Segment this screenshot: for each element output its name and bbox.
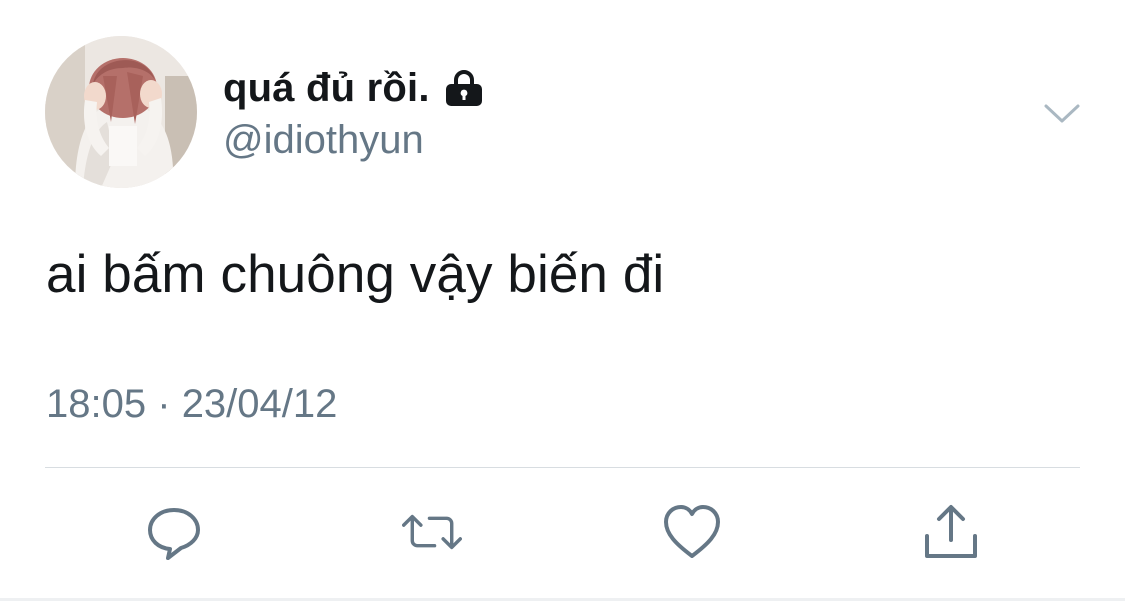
tweet-card: quá đủ rồi. @idiothyun ai bấm chuông vậy… bbox=[0, 0, 1125, 601]
retweet-button[interactable] bbox=[402, 502, 462, 562]
divider bbox=[45, 467, 1080, 468]
reply-icon bbox=[148, 508, 200, 560]
tweet-time: 18:05 bbox=[46, 382, 147, 426]
like-button[interactable] bbox=[662, 502, 722, 562]
user-handle[interactable]: @idiothyun bbox=[223, 118, 424, 163]
timestamp-separator: · bbox=[157, 382, 171, 426]
avatar[interactable] bbox=[45, 36, 197, 188]
name-row: quá đủ rồi. bbox=[223, 64, 484, 112]
share-button[interactable] bbox=[921, 502, 981, 562]
retweet-icon bbox=[402, 514, 462, 550]
heart-icon bbox=[664, 505, 720, 558]
lock-icon bbox=[444, 68, 484, 108]
reply-button[interactable] bbox=[144, 502, 204, 562]
display-name[interactable]: quá đủ rồi. bbox=[223, 66, 430, 111]
chevron-down-icon[interactable] bbox=[1042, 96, 1082, 130]
tweet-text: ai bấm chuông vậy biến đi bbox=[46, 245, 665, 304]
tweet-timestamp[interactable]: 18:05 · 23/04/12 bbox=[46, 382, 337, 427]
tweet-date: 23/04/12 bbox=[181, 382, 338, 426]
share-icon bbox=[925, 505, 977, 558]
avatar-photo bbox=[45, 36, 197, 188]
